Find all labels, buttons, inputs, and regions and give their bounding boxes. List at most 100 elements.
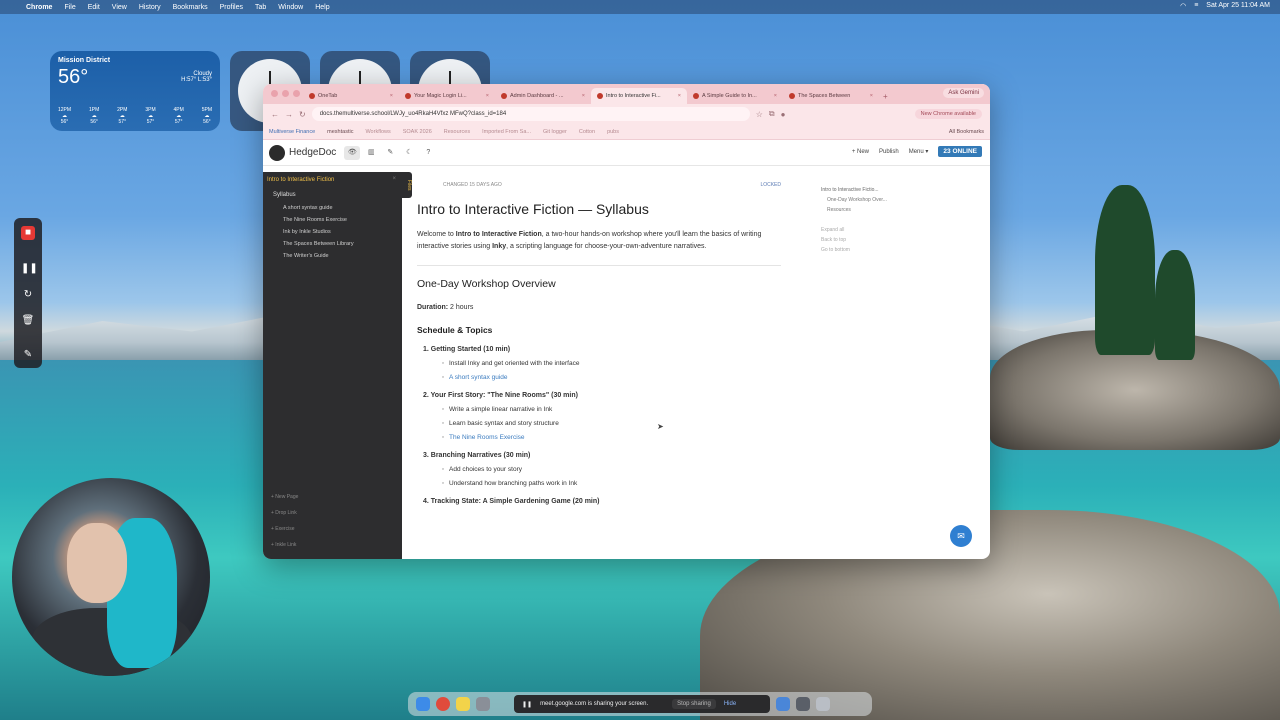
all-bookmarks-button[interactable]: All Bookmarks bbox=[949, 129, 984, 135]
bookmark-item[interactable]: Multiverse Finance bbox=[269, 129, 315, 135]
tab-simple-guide[interactable]: A Simple Guide to In... × bbox=[687, 88, 783, 104]
bookmark-item[interactable]: Cotton bbox=[579, 129, 595, 135]
sidebar-toggle-tab[interactable]: Files bbox=[402, 172, 412, 198]
online-users-badge[interactable]: 23 ONLINE bbox=[938, 146, 982, 157]
close-tab-icon[interactable]: × bbox=[390, 93, 393, 99]
profile-icon[interactable]: ● bbox=[781, 110, 786, 119]
app-icon[interactable] bbox=[796, 697, 810, 711]
sidebar-item[interactable]: Ink by Inkle Studios bbox=[263, 226, 402, 238]
close-window-button[interactable] bbox=[271, 90, 278, 97]
bookmark-item[interactable]: pubs bbox=[607, 129, 619, 135]
go-to-bottom-link[interactable]: Go to bottom bbox=[821, 245, 887, 255]
menu-profiles[interactable]: Profiles bbox=[220, 4, 243, 11]
control-center-icon[interactable]: ≡ bbox=[1194, 2, 1198, 10]
url-field[interactable]: docs.themultiverse.school/LWJy_uo4RkaH4V… bbox=[311, 107, 750, 121]
chat-icon[interactable]: ✉ bbox=[950, 525, 972, 547]
menu-app-chrome[interactable]: Chrome bbox=[26, 4, 52, 11]
sidebar-item[interactable]: The Spaces Between Library bbox=[263, 238, 402, 250]
menubar-clock[interactable]: Sat Apr 25 11:04 AM bbox=[1206, 2, 1270, 10]
night-mode-icon[interactable]: ☾ bbox=[401, 146, 417, 160]
menu-view[interactable]: View bbox=[112, 4, 127, 11]
sidebar-item[interactable]: The Nine Rooms Exercise bbox=[263, 214, 402, 226]
finder-icon[interactable] bbox=[416, 697, 430, 711]
bookmark-item[interactable]: Git logger bbox=[543, 129, 567, 135]
close-tab-icon[interactable]: × bbox=[870, 93, 873, 99]
menu-help[interactable]: Help bbox=[315, 4, 329, 11]
close-tab-icon[interactable]: × bbox=[774, 93, 777, 99]
schedule-link[interactable]: The Nine Rooms Exercise bbox=[417, 434, 781, 441]
close-tab-icon[interactable]: × bbox=[582, 93, 585, 99]
close-tab-icon[interactable]: × bbox=[678, 93, 681, 99]
new-page-link[interactable]: + New Page bbox=[271, 489, 298, 505]
wifi-icon[interactable]: ◠ bbox=[1180, 2, 1186, 10]
notes-icon[interactable] bbox=[456, 697, 470, 711]
record-stop-button[interactable]: ■ bbox=[21, 226, 35, 240]
menu-bookmarks[interactable]: Bookmarks bbox=[173, 4, 208, 11]
toc-item[interactable]: Resources bbox=[821, 205, 887, 215]
hedgedoc-brand[interactable]: HedgeDoc bbox=[289, 147, 336, 158]
intro-text: , a scripting language for choose-your-o… bbox=[506, 243, 707, 250]
pen-icon[interactable]: ✎ bbox=[21, 348, 35, 362]
ask-gemini-button[interactable]: Ask Gemini bbox=[943, 88, 984, 98]
new-note-button[interactable]: + New bbox=[852, 149, 869, 155]
split-mode-icon[interactable]: ▥ bbox=[363, 146, 379, 160]
tab-onetab[interactable]: OneTab × bbox=[303, 88, 399, 104]
chrome-update-button[interactable]: New Chrome available bbox=[914, 109, 982, 119]
expand-all-link[interactable]: Expand all bbox=[821, 225, 887, 235]
menu-tab[interactable]: Tab bbox=[255, 4, 266, 11]
view-mode-icon[interactable]: 👁 bbox=[344, 145, 361, 160]
bookmark-item[interactable]: SOAK 2026 bbox=[403, 129, 432, 135]
tab-spaces-between[interactable]: The Spaces Between × bbox=[783, 88, 879, 104]
trash-icon[interactable]: 🗑 bbox=[21, 314, 35, 328]
inkle-link[interactable]: + Inkle Link bbox=[271, 537, 298, 553]
hedgedoc-logo[interactable] bbox=[269, 144, 285, 161]
toc-item[interactable]: Intro to Interactive Fictio... bbox=[821, 185, 887, 195]
sidebar-item[interactable]: A short syntax guide bbox=[263, 202, 402, 214]
back-to-top-link[interactable]: Back to top bbox=[821, 235, 887, 245]
bookmark-item[interactable]: meshtastic bbox=[327, 129, 353, 135]
stop-sharing-button[interactable]: Stop sharing bbox=[672, 699, 716, 709]
reload-icon[interactable]: ↻ bbox=[299, 110, 306, 119]
trash-dock-icon[interactable] bbox=[816, 697, 830, 711]
extensions-icon[interactable]: ⧉ bbox=[769, 109, 775, 119]
bookmark-star-icon[interactable]: ☆ bbox=[756, 110, 763, 119]
menu-history[interactable]: History bbox=[139, 4, 161, 11]
pause-icon[interactable]: ❚❚ bbox=[522, 701, 532, 708]
back-icon[interactable]: ← bbox=[271, 110, 279, 119]
edit-mode-icon[interactable]: ✎ bbox=[382, 146, 398, 160]
new-tab-icon[interactable]: + bbox=[883, 92, 888, 101]
app-icon[interactable] bbox=[776, 697, 790, 711]
menu-edit[interactable]: Edit bbox=[88, 4, 100, 11]
hide-button[interactable]: Hide bbox=[724, 701, 736, 707]
schedule-link[interactable]: A short syntax guide bbox=[417, 374, 781, 381]
toc-item[interactable]: One-Day Workshop Over... bbox=[821, 195, 887, 205]
drop-link[interactable]: + Drop Link bbox=[271, 505, 298, 521]
chrome-icon[interactable] bbox=[436, 697, 450, 711]
sidebar-item[interactable]: The Writer's Guide bbox=[263, 250, 402, 262]
bookmark-item[interactable]: Imported From Sa... bbox=[482, 129, 531, 135]
sidebar-folder-syllabus[interactable]: Syllabus bbox=[263, 188, 402, 202]
publish-button[interactable]: Publish bbox=[879, 149, 899, 155]
tab-intro-interactive-fiction[interactable]: Intro to Interactive Fi... × bbox=[591, 88, 687, 104]
close-icon[interactable]: × bbox=[392, 176, 396, 182]
tab-magic-login[interactable]: Your Magic Login Li... × bbox=[399, 88, 495, 104]
locked-badge[interactable]: LOCKED bbox=[760, 182, 781, 188]
tab-admin-dashboard[interactable]: Admin Dashboard - ... × bbox=[495, 88, 591, 104]
bookmark-item[interactable]: Resources bbox=[444, 129, 470, 135]
close-tab-icon[interactable]: × bbox=[486, 93, 489, 99]
bookmark-item[interactable]: Workflows bbox=[365, 129, 390, 135]
weather-widget[interactable]: Mission District 56° Cloudy H:57° L:53° … bbox=[50, 51, 220, 131]
menu-button[interactable]: Menu ▾ bbox=[909, 148, 929, 155]
menu-window[interactable]: Window bbox=[278, 4, 303, 11]
zoom-window-button[interactable] bbox=[293, 90, 300, 97]
help-icon[interactable]: ? bbox=[420, 146, 436, 160]
forward-icon[interactable]: → bbox=[285, 110, 293, 119]
minimize-window-button[interactable] bbox=[282, 90, 289, 97]
exercise-link[interactable]: + Exercise bbox=[271, 521, 298, 537]
sidebar-title[interactable]: Intro to Interactive Fiction bbox=[263, 172, 402, 188]
webcam-bubble[interactable] bbox=[12, 478, 210, 676]
pause-icon[interactable]: ❚❚ bbox=[21, 262, 38, 276]
menu-file[interactable]: File bbox=[64, 4, 75, 11]
restart-icon[interactable]: ↻ bbox=[21, 288, 35, 302]
app-icon[interactable] bbox=[476, 697, 490, 711]
